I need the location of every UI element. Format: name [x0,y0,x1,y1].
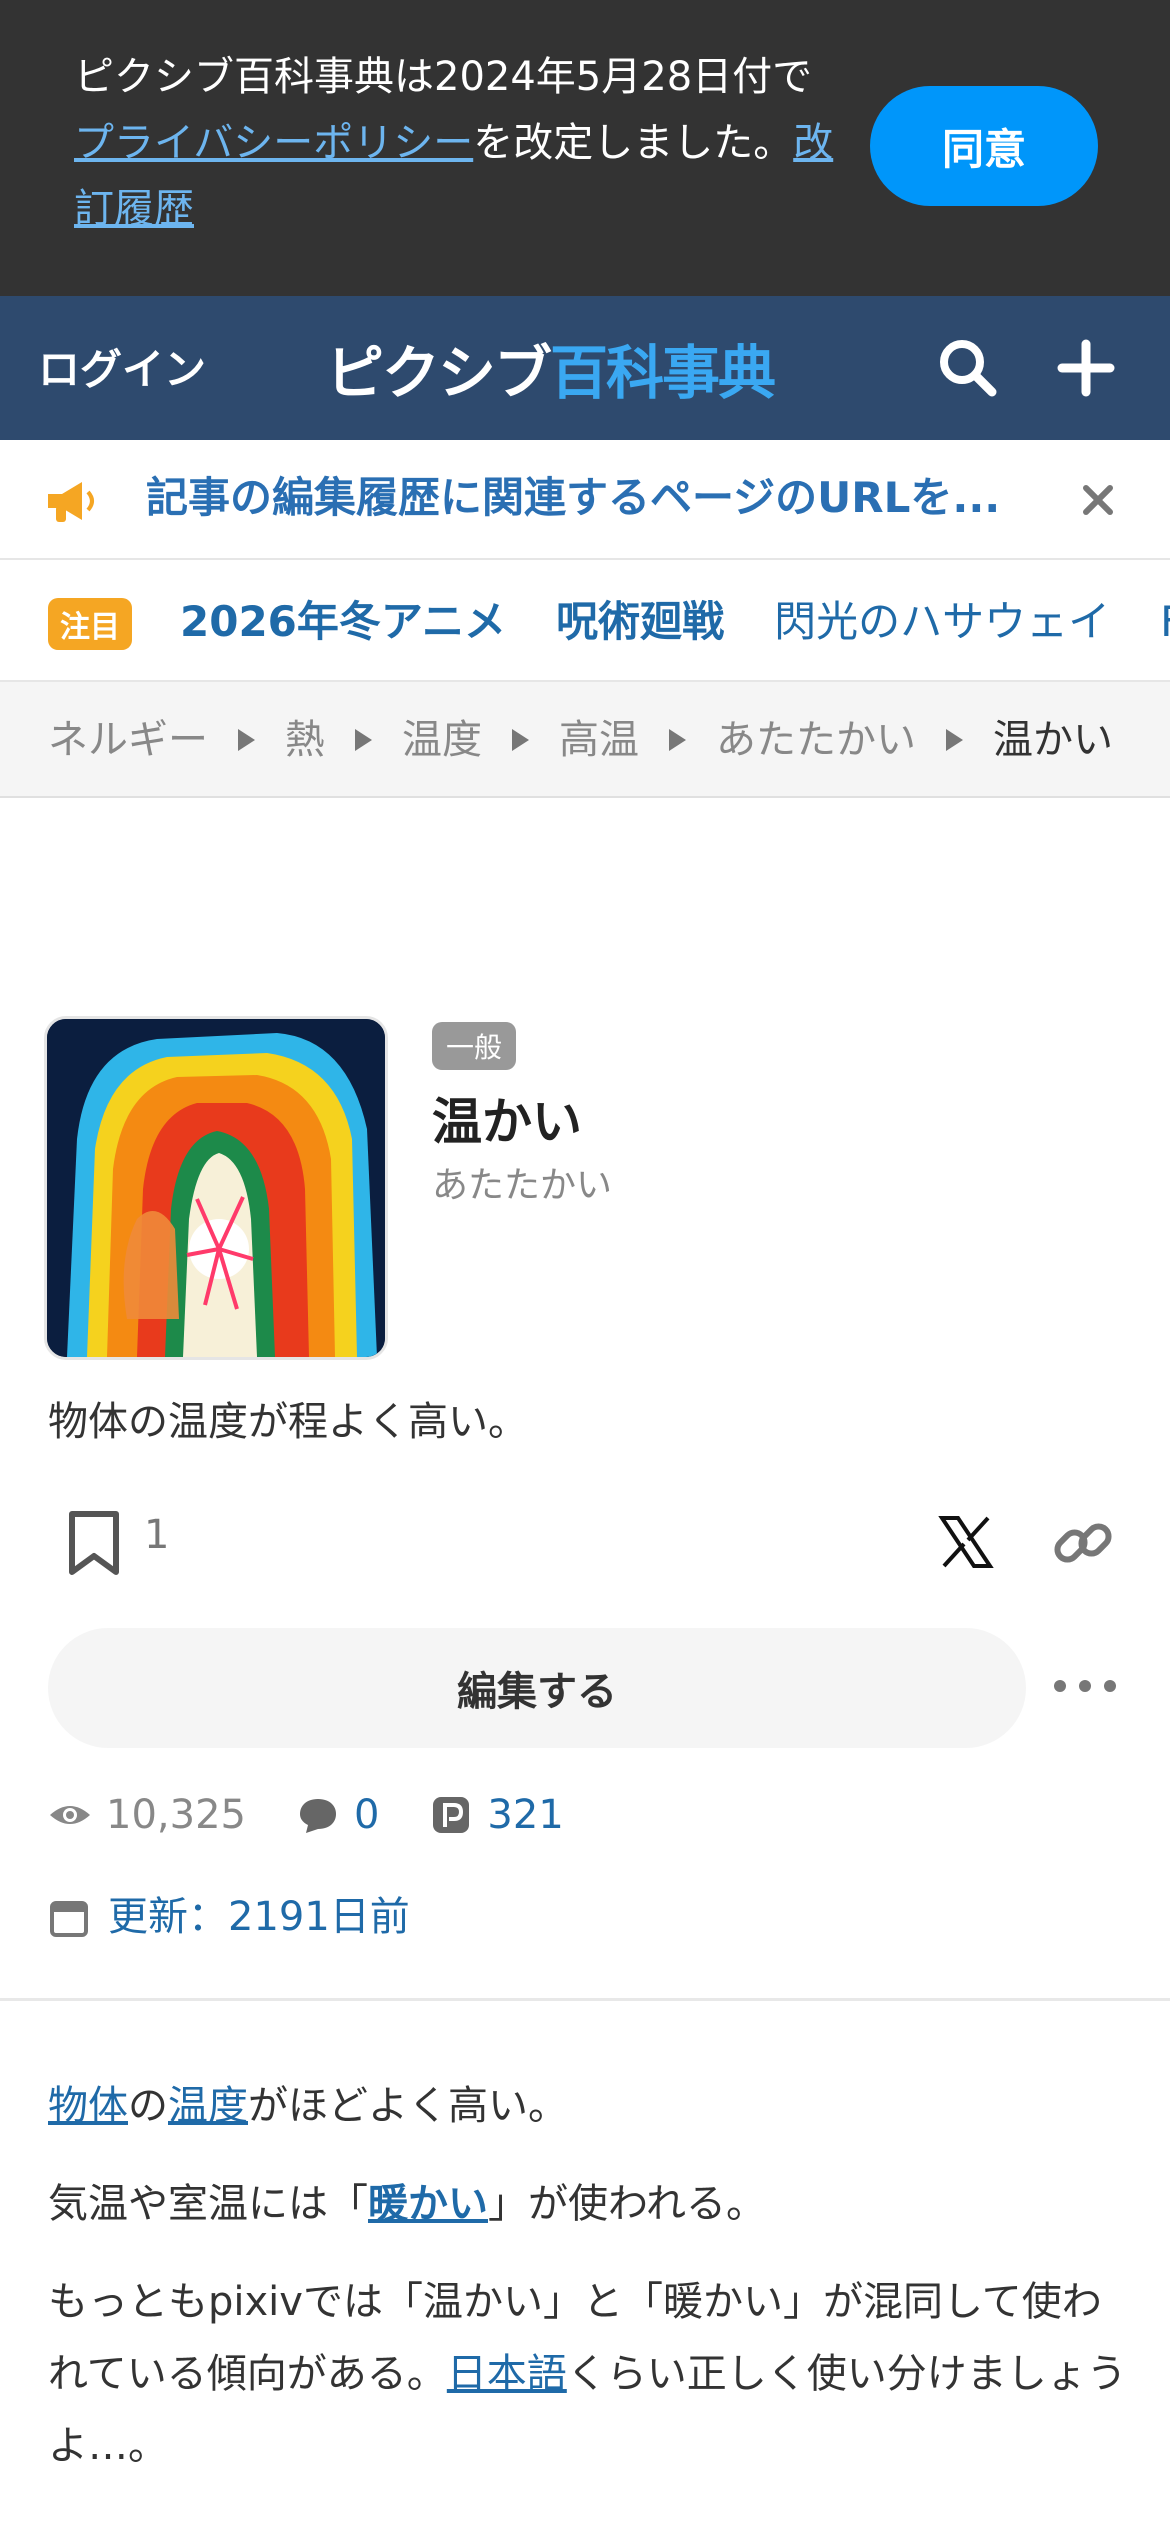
chevron-right-icon [355,729,372,751]
eye-icon [50,1806,90,1824]
body-text: の [128,2083,168,2129]
trending-badge: 注目 [48,598,132,650]
body-paragraph-3: もっともpixivでは「温かい」と「暖かい」が混同して使われている傾向がある。日… [48,2266,1128,2482]
comments-stat[interactable]: 0 [296,1780,379,1850]
trending-bar: 注目 2026年冬アニメ 呪術廻戦 閃光のハサウェイ F [0,562,1170,682]
body-link-warm[interactable]: 暖かい [368,2181,488,2227]
login-button[interactable]: ログイン [38,336,206,397]
updated-label: 更新：2191日前 [108,1894,410,1940]
article-summary: 物体の温度が程よく高い。 [48,1399,528,1445]
bookmark-icon[interactable] [64,1508,124,1578]
article-stats: 10,325 0 321 [48,1780,614,1850]
calendar-icon [50,1901,88,1937]
article-reading: あたたかい [432,1165,613,1206]
views-stat: 10,325 [48,1780,246,1850]
body-link-temperature[interactable]: 温度 [168,2083,248,2129]
article-thumbnail[interactable] [44,1016,388,1360]
site-header: ログイン ピクシブ百科事典 [0,296,1170,440]
section-divider [0,1998,1170,2001]
breadcrumb: ネルギー 熱 温度 高温 あたたかい 温かい [0,682,1170,798]
logo-part-1: ピクシブ [326,339,552,407]
chevron-right-icon [512,729,529,751]
consent-text-1: ピクシブ百科事典は2024年5月28日付で [74,54,813,100]
pixiv-stat[interactable]: 321 [429,1780,564,1850]
link-icon[interactable] [1050,1510,1116,1576]
views-count: 10,325 [106,1792,246,1838]
updated-info[interactable]: 更新：2191日前 [48,1882,410,1952]
breadcrumb-current: 温かい [993,717,1113,763]
edit-button[interactable]: 編集する [48,1628,1026,1748]
consent-message: ピクシブ百科事典は2024年5月28日付でプライバシーポリシーを改定しました。改… [74,44,834,242]
trending-item[interactable]: 呪術廻戦 [556,590,724,654]
body-text: 気温や室温には「 [48,2181,368,2227]
notice-text[interactable]: 記事の編集履歴に関連するページのURLを... [146,468,1016,528]
body-link-object[interactable]: 物体 [48,2083,128,2129]
breadcrumb-item[interactable]: 高温 [559,710,639,770]
body-paragraph-1: 物体の温度がほどよく高い。 [48,2070,1128,2142]
chevron-right-icon [946,729,963,751]
trending-list: 2026年冬アニメ 呪術廻戦 閃光のハサウェイ F [180,590,1170,654]
trending-item[interactable]: F [1160,590,1170,654]
comments-count: 0 [353,1792,380,1838]
search-icon[interactable] [936,336,1000,400]
breadcrumb-item[interactable]: ネルギー [48,710,208,770]
site-logo[interactable]: ピクシブ百科事典 [326,326,776,410]
breadcrumb-item[interactable]: あたたかい [716,710,916,770]
bookmark-count: 1 [144,1512,170,1558]
privacy-policy-link[interactable]: プライバシーポリシー [74,120,473,166]
chevron-right-icon [238,729,255,751]
close-icon[interactable] [1074,476,1122,524]
megaphone-icon [48,482,94,522]
x-share-icon[interactable] [938,1514,994,1570]
breadcrumb-item[interactable]: 温度 [402,710,482,770]
body-link-japanese[interactable]: 日本語 [447,2351,567,2397]
chevron-right-icon [669,729,686,751]
body-text: 」が使われる。 [488,2181,766,2227]
comment-icon [299,1799,336,1833]
logo-part-2: 百科事典 [550,339,776,407]
privacy-consent-banner: ピクシブ百科事典は2024年5月28日付でプライバシーポリシーを改定しました。改… [0,0,1170,296]
body-text: がほどよく高い。 [248,2083,568,2129]
consent-text-2: を改定しました。 [473,120,794,166]
agree-button[interactable]: 同意 [870,86,1098,206]
pixiv-count: 321 [487,1792,564,1838]
article-title: 温かい [432,1093,582,1151]
plus-icon[interactable] [1054,336,1118,400]
notice-bar[interactable]: 記事の編集履歴に関連するページのURLを... [0,440,1170,560]
breadcrumb-item[interactable]: 熱 [285,710,325,770]
pixiv-icon [433,1797,470,1833]
trending-item[interactable]: 2026年冬アニメ [180,590,506,654]
article-thumbnail-art [47,1019,385,1357]
more-options-icon[interactable] [1054,1664,1116,1708]
body-paragraph-2: 気温や室温には「暖かい」が使われる。 [48,2168,1128,2240]
trending-item[interactable]: 閃光のハサウェイ [774,590,1110,654]
category-badge: 一般 [432,1022,517,1070]
